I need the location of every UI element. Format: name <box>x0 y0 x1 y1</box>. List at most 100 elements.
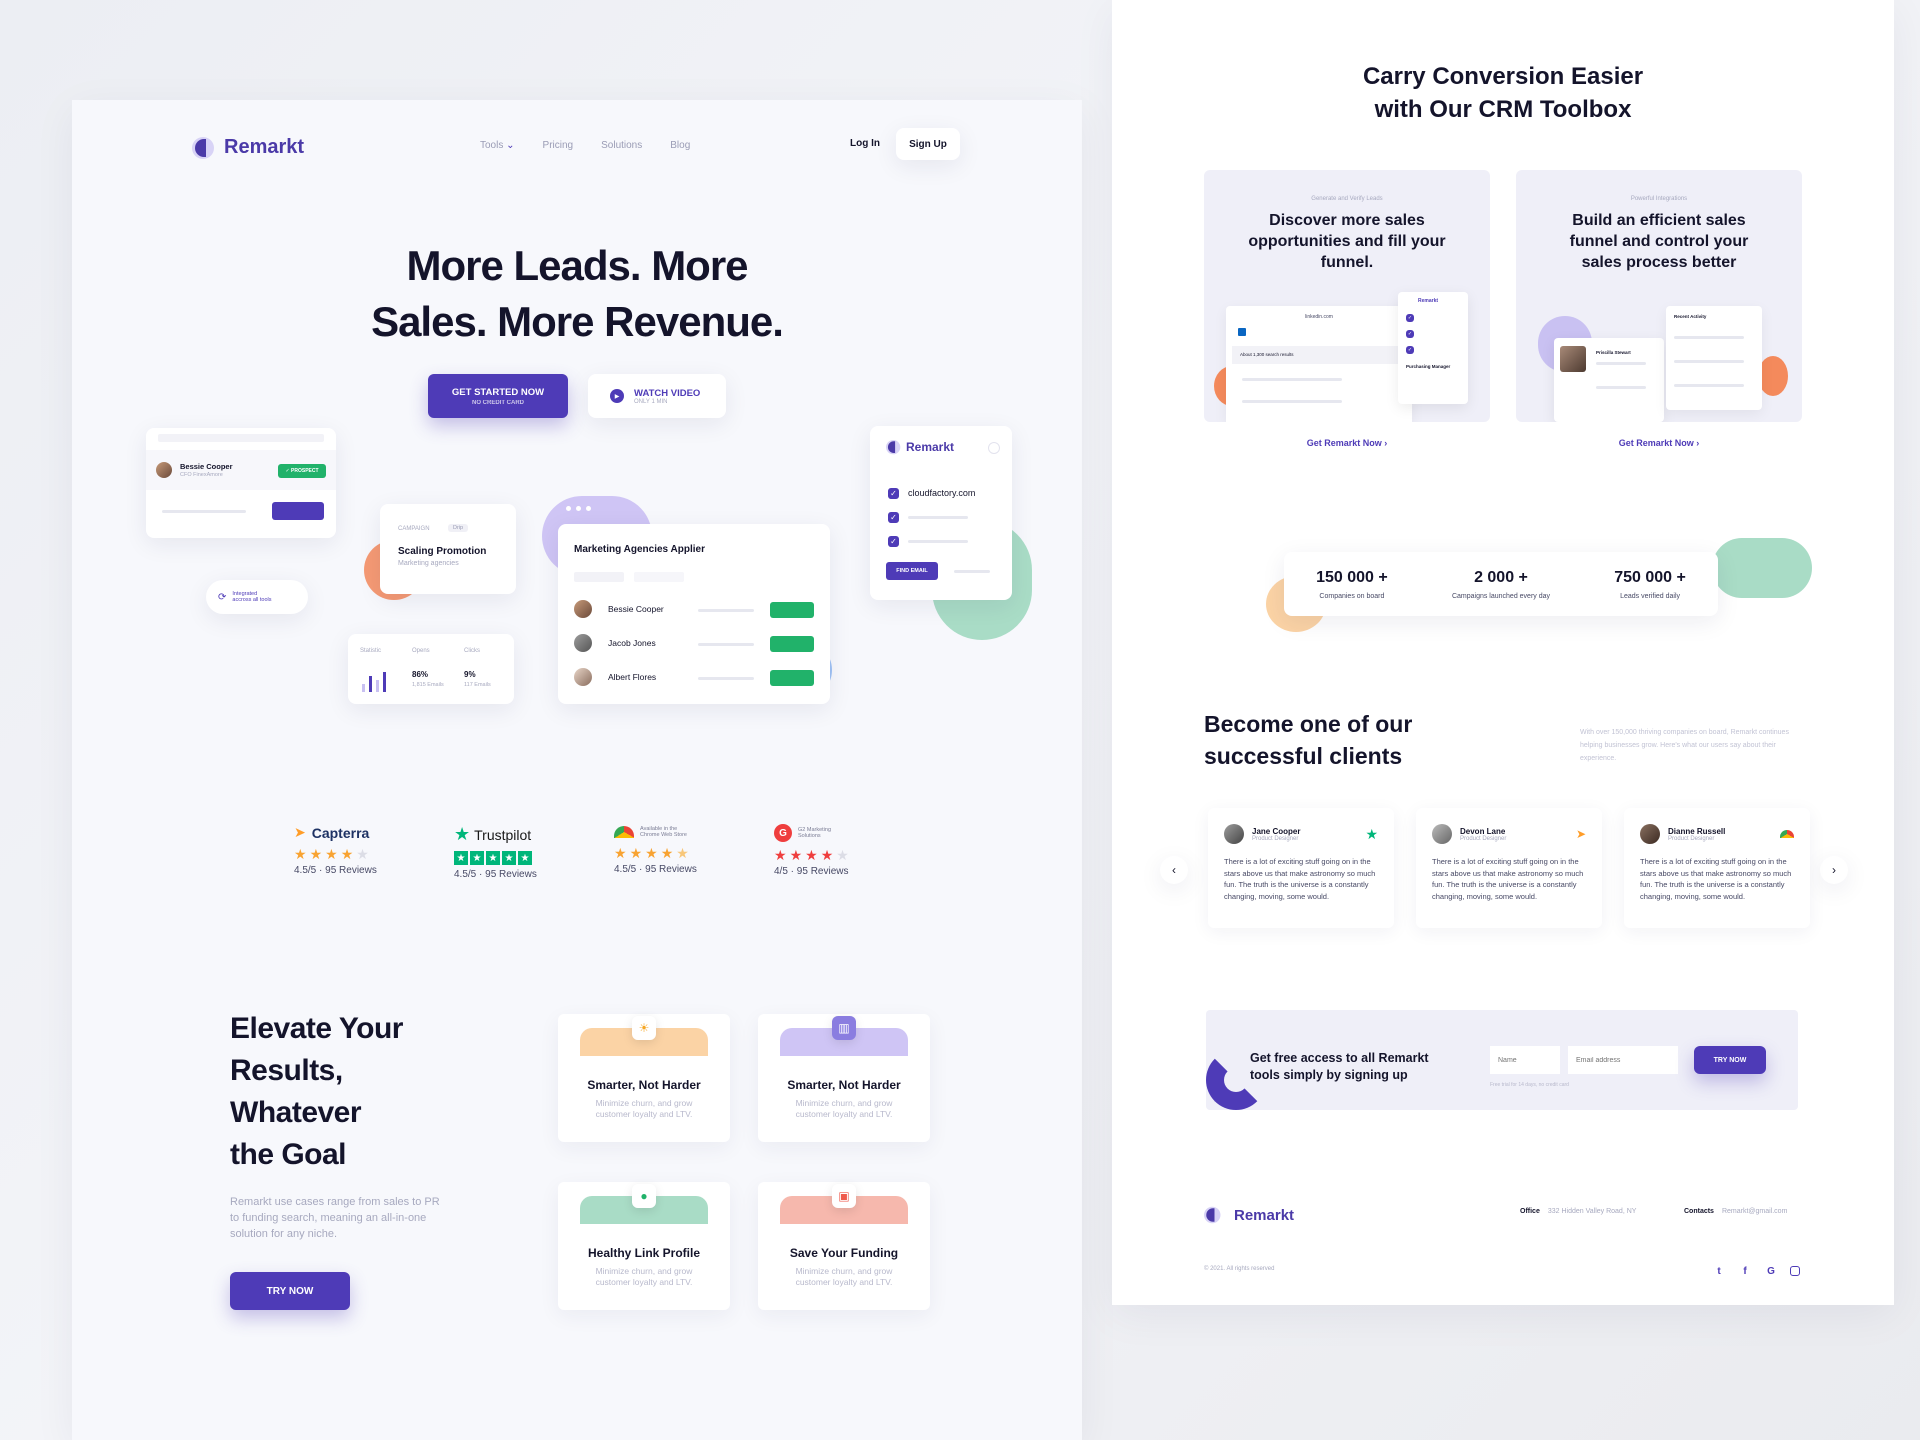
clients-title-line: successful clients <box>1204 743 1403 769</box>
office-address: 332 Hidden Valley Road, NY <box>1547 1208 1637 1215</box>
chevron-down-icon: ⌄ <box>506 140 515 151</box>
contact-card-mock: Priscilla Stewart <box>1554 338 1664 422</box>
twitter-icon[interactable]: t <box>1712 1264 1726 1278</box>
brand-logo[interactable]: Remarkt <box>192 136 304 159</box>
rating-trustpilot: ★ Trustpilot ★ ★ ★ ★ ★ 4.5/5 · 95 Reviews <box>454 824 594 880</box>
find-email-button[interactable]: FIND EMAIL <box>886 562 938 580</box>
nav-pricing[interactable]: Pricing <box>543 140 574 151</box>
chrome-store-icon <box>614 826 634 838</box>
star-icon: ★ <box>502 851 516 865</box>
prospect-badge: ✓ PROSPECT <box>278 464 326 478</box>
rating-source: Chrome Web Store <box>640 832 687 838</box>
carousel-prev-button[interactable]: ‹ <box>1160 856 1188 884</box>
facebook-icon[interactable]: f <box>1738 1264 1752 1278</box>
get-remarkt-link[interactable]: Get Remarkt Now › <box>1204 438 1490 448</box>
approve-button[interactable] <box>770 636 814 652</box>
list-item: Albert Flores <box>574 668 814 702</box>
wallet-icon: ▣ <box>832 1184 856 1208</box>
signup-name-input[interactable] <box>1490 1046 1560 1074</box>
landing-page-left: Remarkt Tools ⌄ Pricing Solutions Blog L… <box>72 100 1082 1440</box>
get-remarkt-link[interactable]: Get Remarkt Now › <box>1516 438 1802 448</box>
checkbox[interactable]: ✓ <box>888 512 899 523</box>
logo-icon <box>192 136 214 159</box>
site-label: linkedin.com <box>1305 314 1333 320</box>
nav-blog[interactable]: Blog <box>670 140 690 151</box>
checkbox[interactable]: ✓ <box>888 488 899 499</box>
nav-solutions[interactable]: Solutions <box>601 140 642 151</box>
checkbox[interactable]: ✓ <box>888 536 899 547</box>
star-rating: ★ ★ ★ ★ ★ <box>614 846 754 860</box>
main-nav: Tools ⌄ Pricing Solutions Blog <box>480 140 690 151</box>
applier-list: Bessie Cooper Jacob Jones Albert Flores <box>574 600 814 700</box>
tool-title: Build an efficient sales funnel and cont… <box>1569 212 1749 271</box>
star-icon: ★ <box>614 845 627 861</box>
checkbox[interactable]: ✓ <box>1406 314 1414 322</box>
toolbox-title-line: with Our CRM Toolbox <box>1374 96 1632 123</box>
list-item: Jacob Jones <box>574 634 814 668</box>
nav-tools-label: Tools <box>480 140 504 151</box>
campaign-card: CAMPAIGN Drip Scaling Promotion Marketin… <box>380 504 516 594</box>
elevate-description: Remarkt use cases range from sales to PR… <box>230 1196 440 1240</box>
feature-card: ▣ Save Your Funding Minimize churn, and … <box>758 1182 930 1310</box>
star-icon: ★ <box>294 846 307 862</box>
toolbox-title-line: Carry Conversion Easier <box>1362 63 1644 90</box>
finder-brand: Remarkt <box>906 440 955 454</box>
stat-value: 2 000 + <box>1474 568 1528 586</box>
feature-banner: ● <box>580 1184 708 1224</box>
signup-email-input[interactable] <box>1568 1046 1678 1074</box>
campaign-tag: Drip <box>448 524 469 532</box>
footer-logo[interactable]: Remarkt <box>1204 1204 1294 1226</box>
activity-panel-mock: Recent Activity <box>1666 306 1762 410</box>
get-started-label: GET STARTED NOW <box>451 386 545 398</box>
star-icon: ★ <box>470 851 484 865</box>
campaign-title: Scaling Promotion <box>398 546 487 557</box>
get-started-button[interactable]: GET STARTED NOW NO CREDIT CARD <box>428 374 568 418</box>
testimonial-text: There is a lot of exciting stuff going o… <box>1432 857 1584 901</box>
extension-role: Purchasing Manager <box>1406 364 1451 369</box>
approve-button[interactable] <box>770 670 814 686</box>
landing-page-right: Carry Conversion Easier with Our CRM Too… <box>1112 0 1894 1305</box>
star-rating: ★ ★ ★ ★ ★ <box>454 851 594 865</box>
star-icon: ★ <box>820 847 834 863</box>
star-icon: ★ <box>645 845 658 861</box>
star-icon: ★ <box>518 851 532 865</box>
testimonial-role: Product Designer <box>1668 835 1715 842</box>
star-icon: ★ <box>836 847 849 863</box>
feature-card: ● Healthy Link Profile Minimize churn, a… <box>558 1182 730 1310</box>
signup-button[interactable]: Sign Up <box>896 128 960 160</box>
signup-try-now-button[interactable]: TRY NOW <box>1694 1046 1766 1074</box>
feature-desc: Minimize churn, and grow customer loyalt… <box>595 1098 693 1120</box>
stat-label: Campaigns launched every day <box>1451 592 1551 600</box>
carousel-next-button[interactable]: › <box>1820 856 1848 884</box>
checkbox[interactable]: ✓ <box>1406 346 1414 354</box>
nav-tools[interactable]: Tools ⌄ <box>480 140 515 151</box>
login-link[interactable]: Log In <box>850 138 880 149</box>
toolbox-title: Carry Conversion Easier with Our CRM Too… <box>1112 60 1894 126</box>
contacts-email[interactable]: Remarkt@gmail.com <box>1722 1208 1787 1215</box>
elevate-title-line: the Goal <box>230 1138 347 1171</box>
stats-opens: 86% <box>412 670 429 679</box>
feature-desc: Minimize churn, and grow customer loyalt… <box>595 1266 693 1288</box>
instagram-icon[interactable] <box>1790 1266 1800 1276</box>
star-icon: ★ <box>774 847 787 863</box>
profile-action-button[interactable] <box>272 502 324 520</box>
integrated-text: accross all tools <box>232 597 272 603</box>
watch-video-button[interactable]: ▶ WATCH VIDEO ONLY 1 MIN <box>588 374 726 418</box>
avatar <box>574 600 592 618</box>
search-results-count: About 1,300 search results <box>1232 346 1402 364</box>
get-started-sub: NO CREDIT CARD <box>472 399 524 406</box>
play-icon: ▶ <box>610 389 624 403</box>
google-icon[interactable]: G <box>1764 1264 1778 1278</box>
feature-card: ▥ Smarter, Not Harder Minimize churn, an… <box>758 1014 930 1142</box>
finder-logo: Remarkt <box>886 440 955 455</box>
feature-title: Smarter, Not Harder <box>587 1078 701 1092</box>
applier-title: Marketing Agencies Applier <box>574 544 705 555</box>
tool-title: Discover more sales opportunities and fi… <box>1248 212 1446 271</box>
checkbox[interactable]: ✓ <box>1406 330 1414 338</box>
approve-button[interactable] <box>770 602 814 618</box>
clients-description: With over 150,000 thriving companies on … <box>1580 729 1789 762</box>
settings-icon[interactable] <box>988 442 1000 454</box>
feature-desc: Minimize churn, and grow customer loyalt… <box>795 1098 893 1120</box>
try-now-button[interactable]: TRY NOW <box>230 1272 350 1310</box>
rating-source: Capterra <box>311 824 370 841</box>
